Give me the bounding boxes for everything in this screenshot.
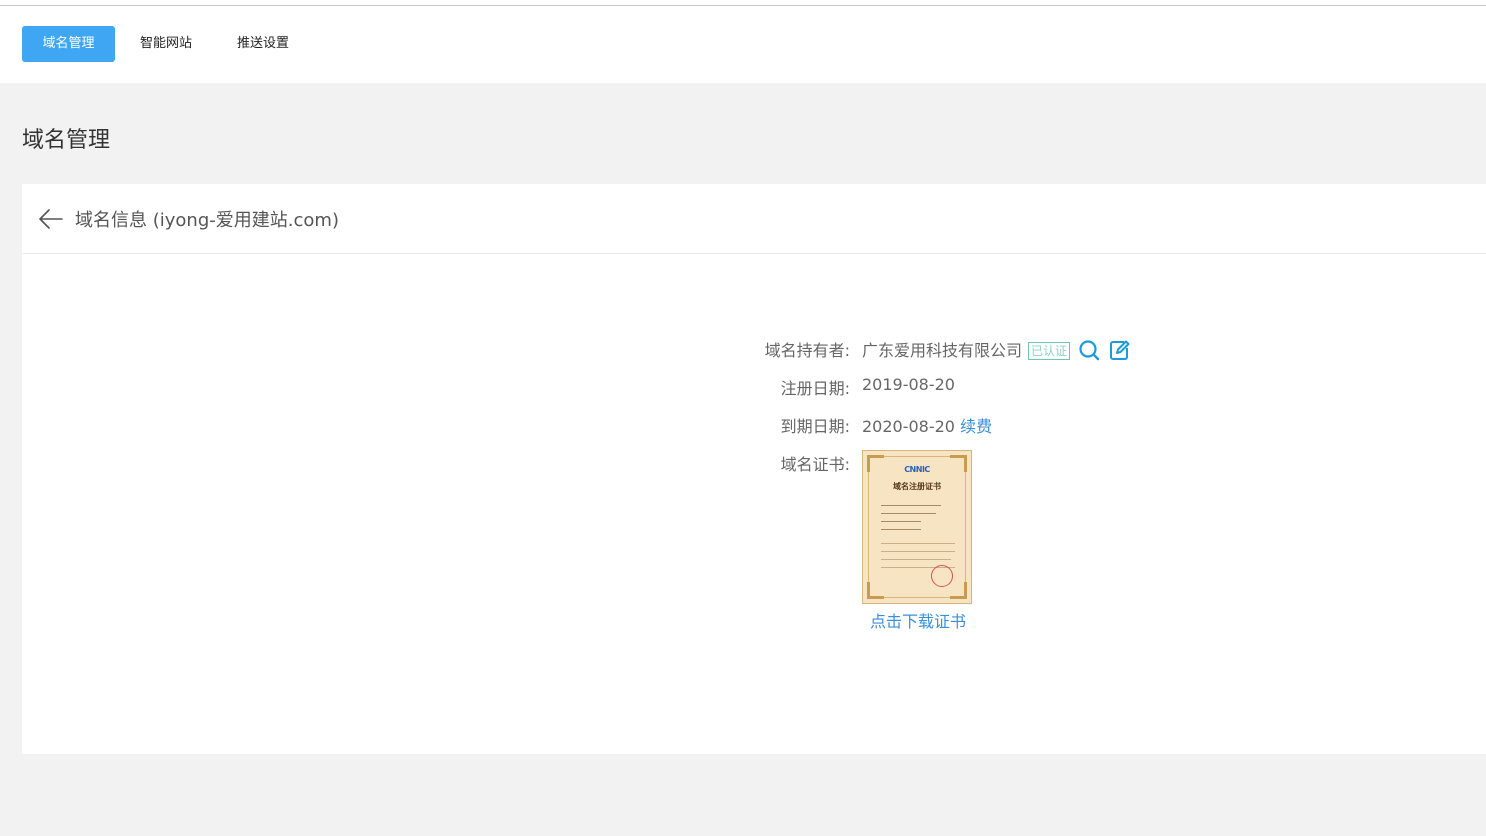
- card-header: 域名信息 (iyong-爱用建站.com): [22, 184, 1486, 254]
- certificate-thumbnail[interactable]: CNNIC 域名注册证书: [862, 450, 972, 604]
- exp-date-value: 2020-08-20: [862, 417, 955, 436]
- tab-push-settings[interactable]: 推送设置: [222, 26, 304, 62]
- owner-value: 广东爱用科技有限公司: [862, 341, 1023, 360]
- owner-label: 域名持有者:: [764, 341, 850, 360]
- card-title: 域名信息 (iyong-爱用建站.com): [75, 210, 339, 231]
- search-icon[interactable]: [1078, 339, 1100, 361]
- reg-date-value: 2019-08-20: [862, 375, 955, 394]
- arrow-left-icon[interactable]: [38, 207, 64, 231]
- edit-icon[interactable]: [1108, 339, 1130, 361]
- renew-link[interactable]: 续费: [960, 417, 992, 436]
- tab-smart-website[interactable]: 智能网站: [125, 26, 207, 62]
- cnnic-logo: CNNIC: [904, 465, 930, 474]
- download-certificate-link[interactable]: 点击下载证书: [870, 608, 966, 632]
- domain-info-card: 域名信息 (iyong-爱用建站.com) 域名持有者: 广东爱用科技有限公司已…: [22, 184, 1486, 754]
- exp-date-label: 到期日期:: [780, 417, 850, 436]
- certificate-heading: 域名注册证书: [893, 482, 941, 491]
- exp-date-row: 2020-08-20 续费: [862, 413, 992, 437]
- card-title-text: 域名信息: [75, 210, 147, 231]
- tab-domain-management[interactable]: 域名管理: [22, 26, 115, 62]
- verified-badge: 已认证: [1028, 342, 1071, 360]
- top-tab-bar: 域名管理 智能网站 推送设置: [0, 6, 1486, 83]
- owner-row: 广东爱用科技有限公司 已认证: [862, 337, 1130, 361]
- cert-label: 域名证书:: [780, 455, 850, 474]
- page-title: 域名管理: [22, 128, 111, 153]
- domain-name: iyong-爱用建站.com: [159, 210, 332, 231]
- reg-date-label: 注册日期:: [780, 379, 850, 398]
- red-seal: [931, 565, 953, 587]
